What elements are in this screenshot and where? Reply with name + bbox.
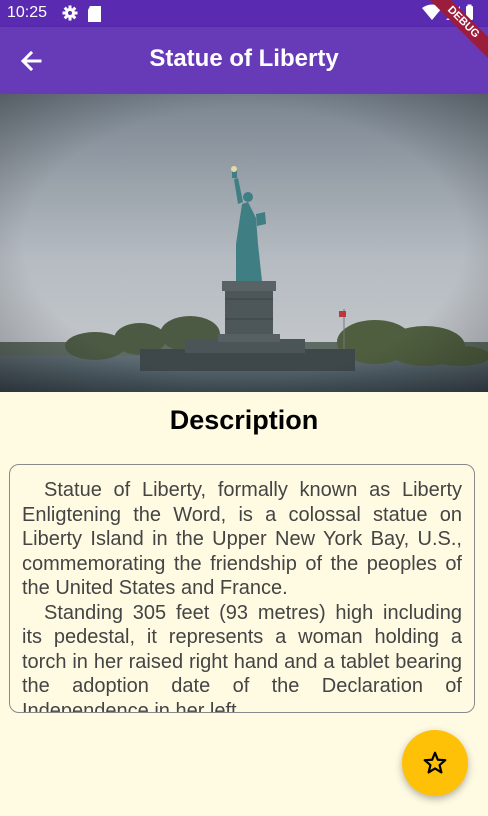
debug-banner: DEBUG: [418, 0, 488, 70]
status-icons-left: [62, 4, 102, 29]
debug-label: DEBUG: [422, 0, 488, 64]
star-outline-icon: [423, 751, 447, 774]
page-title: Statue of Liberty: [149, 45, 339, 72]
description-heading: Description: [169, 405, 319, 435]
app-bar: Statue of Liberty: [0, 27, 488, 94]
settings-gear-icon: [62, 5, 78, 21]
description-paragraph: Standing 305 feet (93 metres) high inclu…: [22, 601, 462, 713]
description-paragraph: Statue of Liberty, formally known as Lib…: [22, 479, 462, 599]
sd-card-icon: [88, 6, 101, 22]
status-bar: 10:25: [0, 0, 488, 27]
status-time: 10:25: [7, 4, 48, 21]
favorite-fab-button[interactable]: [402, 730, 468, 796]
description-box[interactable]: Statue of Liberty, formally known as Lib…: [9, 464, 475, 713]
hero-image: [0, 94, 488, 392]
